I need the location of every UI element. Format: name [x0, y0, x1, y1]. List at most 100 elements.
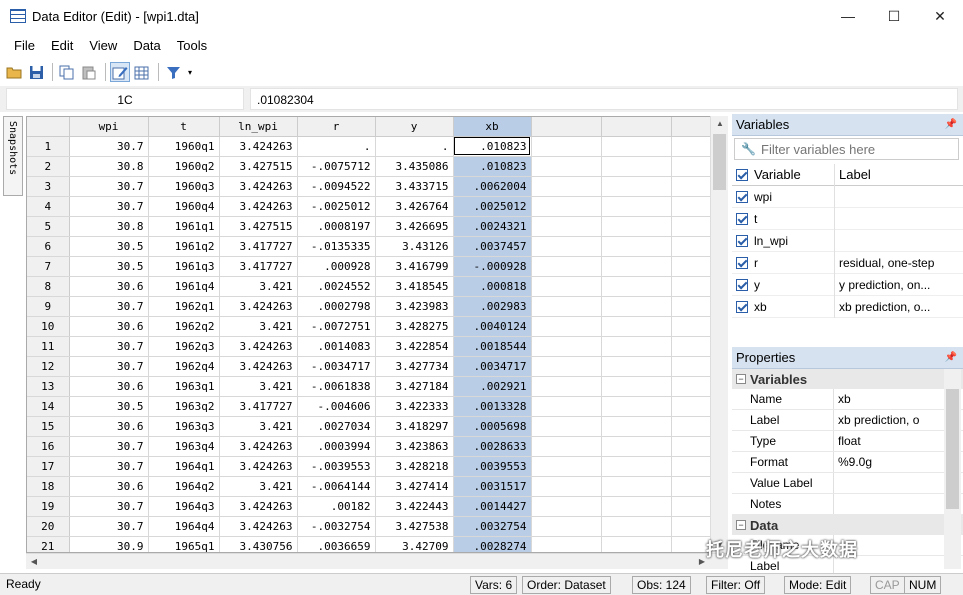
row-number[interactable]: 7	[27, 256, 70, 277]
table-cell[interactable]: -.0032754	[297, 516, 376, 537]
table-cell[interactable]: 3.421	[219, 476, 298, 497]
pin-icon[interactable]: 📌	[945, 347, 957, 369]
empty-cell[interactable]	[671, 356, 712, 377]
table-cell[interactable]: 3.423863	[375, 436, 454, 457]
table-cell[interactable]: .010823	[453, 156, 532, 177]
table-cell[interactable]: 30.8	[69, 216, 149, 237]
column-header-y[interactable]: y	[375, 117, 454, 137]
copy-button[interactable]	[57, 62, 77, 82]
empty-cell[interactable]	[531, 376, 602, 397]
row-number[interactable]: 20	[27, 516, 70, 537]
table-cell[interactable]: 3.418297	[375, 416, 454, 437]
row-number[interactable]: 9	[27, 296, 70, 317]
empty-cell[interactable]	[671, 296, 712, 317]
table-cell[interactable]: 30.5	[69, 236, 149, 257]
table-cell[interactable]: 30.6	[69, 316, 149, 337]
table-cell[interactable]: -.004606	[297, 396, 376, 417]
row-number[interactable]: 10	[27, 316, 70, 337]
table-cell[interactable]: 3.421	[219, 316, 298, 337]
row-number[interactable]: 5	[27, 216, 70, 237]
row-number[interactable]: 14	[27, 396, 70, 417]
empty-cell[interactable]	[671, 136, 712, 157]
empty-cell[interactable]	[531, 456, 602, 477]
table-cell[interactable]: 3.424263	[219, 196, 298, 217]
empty-cell[interactable]	[671, 416, 712, 437]
cell-value-field[interactable]: .01082304	[250, 88, 958, 110]
property-row[interactable]: Value Label	[732, 473, 963, 494]
table-cell[interactable]: 3.424263	[219, 436, 298, 457]
empty-cell[interactable]	[531, 416, 602, 437]
empty-cell[interactable]	[531, 396, 602, 417]
table-cell[interactable]: .000928	[297, 256, 376, 277]
table-cell[interactable]: 1963q1	[148, 376, 220, 397]
table-cell[interactable]: 30.6	[69, 416, 149, 437]
table-cell[interactable]: -.0061838	[297, 376, 376, 397]
table-cell[interactable]: 30.6	[69, 476, 149, 497]
row-number[interactable]: 12	[27, 356, 70, 377]
select-all-checkbox[interactable]	[736, 168, 748, 181]
empty-cell[interactable]	[601, 276, 672, 297]
empty-cell[interactable]	[531, 496, 602, 517]
table-cell[interactable]: 3.424263	[219, 336, 298, 357]
empty-cell[interactable]	[671, 476, 712, 497]
table-cell[interactable]: 3.421	[219, 276, 298, 297]
table-cell[interactable]: 3.417727	[219, 256, 298, 277]
table-cell[interactable]: 1961q2	[148, 236, 220, 257]
grid-horizontal-scrollbar[interactable]: ◀ ▶	[26, 553, 728, 569]
variable-row[interactable]: r residual, one-step	[732, 251, 963, 274]
minimize-button[interactable]: —	[825, 0, 871, 32]
table-cell[interactable]: -.0135335	[297, 236, 376, 257]
empty-cell[interactable]	[531, 236, 602, 257]
open-button[interactable]	[4, 62, 24, 82]
property-row[interactable]: Format %9.0g	[732, 452, 963, 473]
table-cell[interactable]: 3.426695	[375, 216, 454, 237]
empty-cell[interactable]	[601, 456, 672, 477]
empty-cell[interactable]	[601, 516, 672, 537]
variable-row[interactable]: wpi	[732, 185, 963, 208]
row-number[interactable]: 17	[27, 456, 70, 477]
property-row[interactable]: Label xb prediction, o	[732, 410, 963, 431]
empty-cell[interactable]	[601, 196, 672, 217]
empty-cell[interactable]	[531, 156, 602, 177]
table-cell[interactable]: .	[297, 136, 376, 157]
variable-row[interactable]: t	[732, 207, 963, 230]
properties-section-data[interactable]: − Data	[732, 515, 963, 535]
empty-cell[interactable]	[601, 296, 672, 317]
table-cell[interactable]: 30.7	[69, 336, 149, 357]
scroll-up-icon[interactable]: ▲	[711, 116, 729, 132]
table-cell[interactable]: .0032754	[453, 516, 532, 537]
table-cell[interactable]: 1961q4	[148, 276, 220, 297]
table-cell[interactable]: 30.7	[69, 516, 149, 537]
empty-cell[interactable]	[601, 376, 672, 397]
empty-cell[interactable]	[671, 236, 712, 257]
empty-cell[interactable]	[601, 236, 672, 257]
empty-cell[interactable]	[671, 156, 712, 177]
table-cell[interactable]: 30.5	[69, 396, 149, 417]
empty-cell[interactable]	[531, 516, 602, 537]
paste-button[interactable]	[79, 62, 99, 82]
table-cell[interactable]: -.0064144	[297, 476, 376, 497]
table-cell[interactable]: 30.7	[69, 356, 149, 377]
row-number[interactable]: 2	[27, 156, 70, 177]
table-cell[interactable]: .0034717	[453, 356, 532, 377]
empty-cell[interactable]	[601, 416, 672, 437]
table-cell[interactable]: 1962q2	[148, 316, 220, 337]
empty-cell[interactable]	[601, 396, 672, 417]
table-cell[interactable]: .0036659	[297, 536, 376, 552]
empty-cell[interactable]	[601, 216, 672, 237]
empty-cell[interactable]	[601, 176, 672, 197]
table-cell[interactable]: 3.424263	[219, 356, 298, 377]
empty-cell[interactable]	[671, 336, 712, 357]
empty-cell[interactable]	[531, 436, 602, 457]
table-cell[interactable]: 30.7	[69, 296, 149, 317]
table-cell[interactable]: .0014427	[453, 496, 532, 517]
empty-cell[interactable]	[671, 316, 712, 337]
variable-row[interactable]: y y prediction, on...	[732, 273, 963, 296]
table-cell[interactable]: .000818	[453, 276, 532, 297]
empty-cell[interactable]	[601, 536, 672, 552]
table-cell[interactable]: 3.424263	[219, 516, 298, 537]
table-cell[interactable]: .0031517	[453, 476, 532, 497]
empty-cell[interactable]	[531, 276, 602, 297]
table-cell[interactable]: 30.6	[69, 376, 149, 397]
scroll-thumb[interactable]	[946, 389, 959, 509]
